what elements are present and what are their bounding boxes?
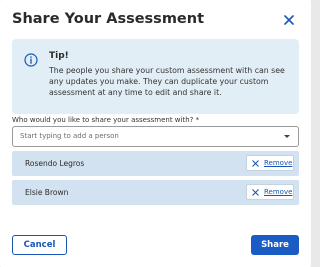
share-button[interactable]: Share <box>251 235 299 255</box>
remove-person-label: Remove <box>264 188 293 196</box>
shared-person-name: Rosendo Legros <box>25 159 85 168</box>
person-search-select[interactable]: Start typing to add a person <box>12 126 299 147</box>
remove-person-button[interactable]: Remove <box>246 184 294 200</box>
share-assessment-dialog: Share Your Assessment Tip! The people yo… <box>0 0 311 267</box>
shared-person-name: Elsie Brown <box>25 188 69 197</box>
dialog-title: Share Your Assessment <box>12 11 205 27</box>
share-field-label: Who would you like to share your assessm… <box>12 116 200 124</box>
caret-down-icon <box>284 135 290 138</box>
tip-body: The people you share your custom assessm… <box>49 66 285 98</box>
tip-title: Tip! <box>49 51 69 61</box>
info-icon <box>24 53 38 67</box>
close-icon <box>252 189 259 196</box>
remove-person-label: Remove <box>264 159 293 167</box>
close-icon <box>252 160 259 167</box>
cancel-button[interactable]: Cancel <box>12 235 67 255</box>
tip-panel: Tip! The people you share your custom as… <box>12 39 299 114</box>
shared-person-row: Rosendo Legros Remove <box>12 151 299 176</box>
close-button[interactable] <box>282 13 296 27</box>
shared-person-row: Elsie Brown Remove <box>12 180 299 205</box>
close-icon <box>284 15 294 25</box>
person-search-placeholder: Start typing to add a person <box>20 132 119 140</box>
remove-person-button[interactable]: Remove <box>246 155 294 171</box>
